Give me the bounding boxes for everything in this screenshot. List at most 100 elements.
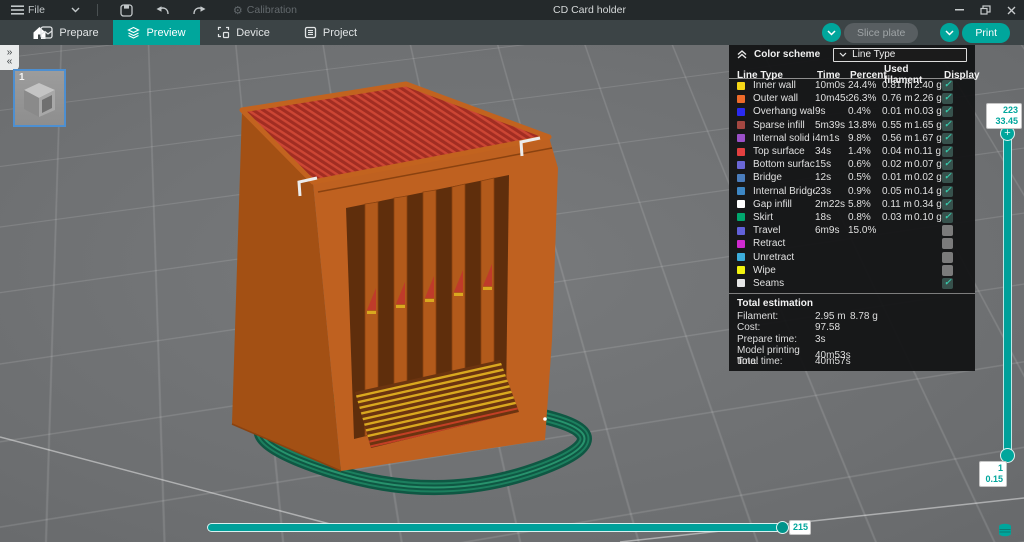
line-type-time: 12s bbox=[815, 172, 848, 183]
layer-top-value: 223 bbox=[990, 105, 1018, 116]
display-checkbox[interactable] bbox=[942, 252, 953, 263]
display-checkbox[interactable] bbox=[942, 80, 953, 91]
file-menu[interactable]: File bbox=[8, 0, 48, 20]
close-button[interactable] bbox=[998, 0, 1024, 20]
model-cd-card-holder[interactable] bbox=[232, 84, 558, 471]
total-row-value: 2.95 m bbox=[815, 311, 850, 322]
line-type-percent: 13.8% bbox=[848, 120, 882, 131]
line-type-row: Gap infill 2m22s 5.8% 0.11 m 0.34 g bbox=[729, 198, 975, 211]
line-type-row: Unretract bbox=[729, 250, 975, 263]
sidebar-collapse-toggle[interactable]: »« bbox=[0, 45, 19, 70]
total-row: Cost: 97.58 bbox=[737, 322, 967, 333]
tab-bar: Prepare Preview Device Project Slice pla… bbox=[0, 20, 1024, 45]
display-checkbox[interactable] bbox=[942, 225, 953, 236]
line-type-table-body: Inner wall 10m0s 24.4% 0.81 m 2.40 g Out… bbox=[729, 79, 975, 290]
line-type-grams: 0.14 g bbox=[914, 186, 942, 197]
line-type-percent: 1.4% bbox=[848, 146, 882, 157]
tab-project[interactable]: Project bbox=[287, 20, 374, 45]
line-type-row: Top surface 34s 1.4% 0.04 m 0.11 g bbox=[729, 145, 975, 158]
line-type-color-swatch bbox=[737, 121, 745, 129]
collapse-panel-button[interactable] bbox=[737, 50, 747, 59]
display-checkbox[interactable] bbox=[942, 106, 953, 117]
display-checkbox[interactable] bbox=[942, 186, 953, 197]
display-checkbox[interactable] bbox=[942, 265, 953, 276]
total-estimation-rows: Filament: 2.95 m 8.78 g Cost: 97.58 Prep… bbox=[737, 311, 967, 367]
line-type-label: Overhang wall bbox=[753, 106, 815, 117]
line-type-color-swatch bbox=[737, 200, 745, 208]
move-slider-track[interactable] bbox=[207, 523, 784, 532]
line-type-row: Overhang wall 9s 0.4% 0.01 m 0.03 g bbox=[729, 105, 975, 118]
move-slider-handle[interactable] bbox=[776, 521, 789, 534]
line-type-time: 10m45s bbox=[815, 93, 848, 104]
layer-slider-bottom-badge: 1 0.15 bbox=[979, 461, 1007, 487]
col-percent: Percent bbox=[850, 70, 884, 81]
display-checkbox[interactable] bbox=[942, 133, 953, 144]
line-type-row: Outer wall 10m45s 26.3% 0.76 m 2.26 g bbox=[729, 92, 975, 105]
plate-thumbnail[interactable]: 1 bbox=[13, 69, 66, 127]
tab-preview[interactable]: Preview bbox=[113, 20, 200, 45]
print-button[interactable]: Print bbox=[962, 23, 1010, 43]
file-menu-label: File bbox=[28, 4, 45, 16]
line-type-meters: 0.01 m bbox=[882, 106, 914, 117]
tab-preview-label: Preview bbox=[146, 27, 185, 39]
display-checkbox[interactable] bbox=[942, 278, 953, 289]
restore-icon bbox=[980, 5, 991, 15]
display-checkbox[interactable] bbox=[942, 238, 953, 249]
line-type-color-swatch bbox=[737, 187, 745, 195]
total-row-value2: 8.78 g bbox=[850, 311, 967, 322]
color-scheme-dropdown[interactable]: Line Type bbox=[833, 48, 967, 62]
line-type-color-swatch bbox=[737, 134, 745, 142]
total-row-value: 97.58 bbox=[815, 322, 850, 333]
seam-dot bbox=[543, 417, 547, 421]
line-type-grams: 2.26 g bbox=[914, 93, 942, 104]
tab-device[interactable]: Device bbox=[200, 20, 287, 45]
project-icon bbox=[304, 26, 317, 39]
line-type-row: Bridge 12s 0.5% 0.01 m 0.02 g bbox=[729, 171, 975, 184]
layer-slider-track[interactable] bbox=[1003, 130, 1012, 458]
undo-button[interactable] bbox=[154, 0, 172, 20]
line-type-percent: 0.6% bbox=[848, 159, 882, 170]
expand-collapse-icon: »« bbox=[7, 47, 13, 67]
line-type-color-swatch bbox=[737, 240, 745, 248]
save-button[interactable] bbox=[118, 0, 136, 20]
line-type-meters: 0.03 m bbox=[882, 212, 914, 223]
line-type-label: Sparse infill bbox=[753, 120, 815, 131]
col-time: Time bbox=[817, 70, 850, 81]
redo-button[interactable] bbox=[190, 0, 208, 20]
line-type-row: Seams bbox=[729, 277, 975, 290]
layer-stack-icon[interactable] bbox=[998, 523, 1012, 537]
tab-prepare[interactable]: Prepare bbox=[26, 20, 113, 45]
display-checkbox[interactable] bbox=[942, 159, 953, 170]
line-type-grams: 1.65 g bbox=[914, 120, 942, 131]
total-row-value: 40m57s bbox=[815, 356, 850, 367]
chevron-down-icon bbox=[71, 7, 80, 13]
layer-top-height: 33.45 bbox=[990, 116, 1018, 127]
line-type-time: 2m22s bbox=[815, 199, 848, 210]
restore-button[interactable] bbox=[972, 0, 998, 20]
toolbar-divider bbox=[97, 4, 98, 16]
total-estimation-title: Total estimation bbox=[737, 296, 967, 311]
line-type-row: Internal solid infill 4m1s 9.8% 0.56 m 1… bbox=[729, 132, 975, 145]
line-type-grams: 0.10 g bbox=[914, 212, 942, 223]
line-type-percent: 0.5% bbox=[848, 172, 882, 183]
line-type-time: 18s bbox=[815, 212, 848, 223]
display-checkbox[interactable] bbox=[942, 212, 953, 223]
line-type-percent: 24.4% bbox=[848, 80, 882, 91]
print-options-button[interactable] bbox=[940, 23, 959, 42]
calibration-button[interactable]: ⚙ Calibration bbox=[230, 0, 300, 20]
display-checkbox[interactable] bbox=[942, 172, 953, 183]
tab-project-label: Project bbox=[323, 27, 357, 39]
line-type-label: Outer wall bbox=[753, 93, 815, 104]
display-checkbox[interactable] bbox=[942, 120, 953, 131]
slice-plate-button[interactable]: Slice plate bbox=[844, 23, 918, 43]
minimize-button[interactable] bbox=[946, 0, 972, 20]
chevron-down-icon bbox=[839, 52, 847, 57]
line-type-percent: 0.9% bbox=[848, 186, 882, 197]
display-checkbox[interactable] bbox=[942, 146, 953, 157]
line-type-label: Seams bbox=[753, 278, 815, 289]
file-menu-expander[interactable] bbox=[68, 0, 83, 20]
slice-options-button[interactable] bbox=[822, 23, 841, 42]
display-checkbox[interactable] bbox=[942, 93, 953, 104]
line-type-meters: 0.76 m bbox=[882, 93, 914, 104]
display-checkbox[interactable] bbox=[942, 199, 953, 210]
